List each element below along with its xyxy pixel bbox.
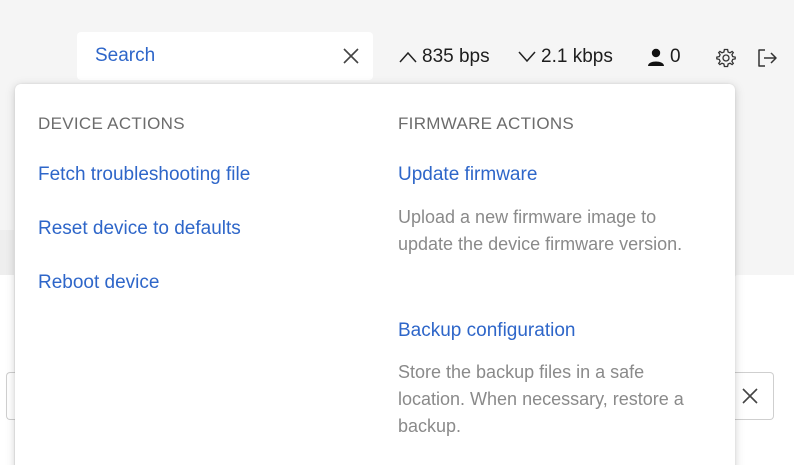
background-card-left [0,275,14,465]
upload-rate-value: 835 bps [422,46,490,67]
chevron-down-icon [518,51,536,63]
reset-device-link[interactable]: Reset device to defaults [38,218,241,240]
search-field[interactable]: Search [77,32,373,80]
download-rate: 2.1 kbps [517,44,613,70]
backup-configuration-link[interactable]: Backup configuration [398,320,575,342]
settings-dropdown-menu: DEVICE ACTIONS Fetch troubleshooting fil… [15,84,735,465]
backup-configuration-description: Store the backup files in a safe locatio… [398,362,684,436]
download-rate-value: 2.1 kbps [541,46,613,67]
close-icon[interactable] [341,46,361,66]
update-firmware-link[interactable]: Update firmware [398,164,537,186]
user-count: 0 [670,46,681,67]
gear-icon[interactable] [715,47,737,69]
upload-rate: 835 bps [398,44,490,70]
update-firmware-description: Upload a new firmware image to update th… [398,207,683,254]
background-divider [0,230,14,275]
connected-users: 0 [646,44,681,70]
user-icon [648,48,664,66]
background-input-right[interactable] [734,372,774,420]
reboot-device-link[interactable]: Reboot device [38,272,159,294]
fetch-troubleshooting-link[interactable]: Fetch troubleshooting file [38,164,250,186]
clear-icon[interactable] [741,387,759,405]
app-page: Search 835 bps 2.1 kbps 0 DEVICE ACTIONS… [0,0,794,465]
device-actions-heading: DEVICE ACTIONS [38,114,185,133]
logout-icon[interactable] [756,47,778,69]
search-input[interactable]: Search [95,45,155,67]
firmware-actions-heading: FIRMWARE ACTIONS [398,114,575,133]
background-card-right [734,275,794,465]
chevron-up-icon [399,51,417,63]
